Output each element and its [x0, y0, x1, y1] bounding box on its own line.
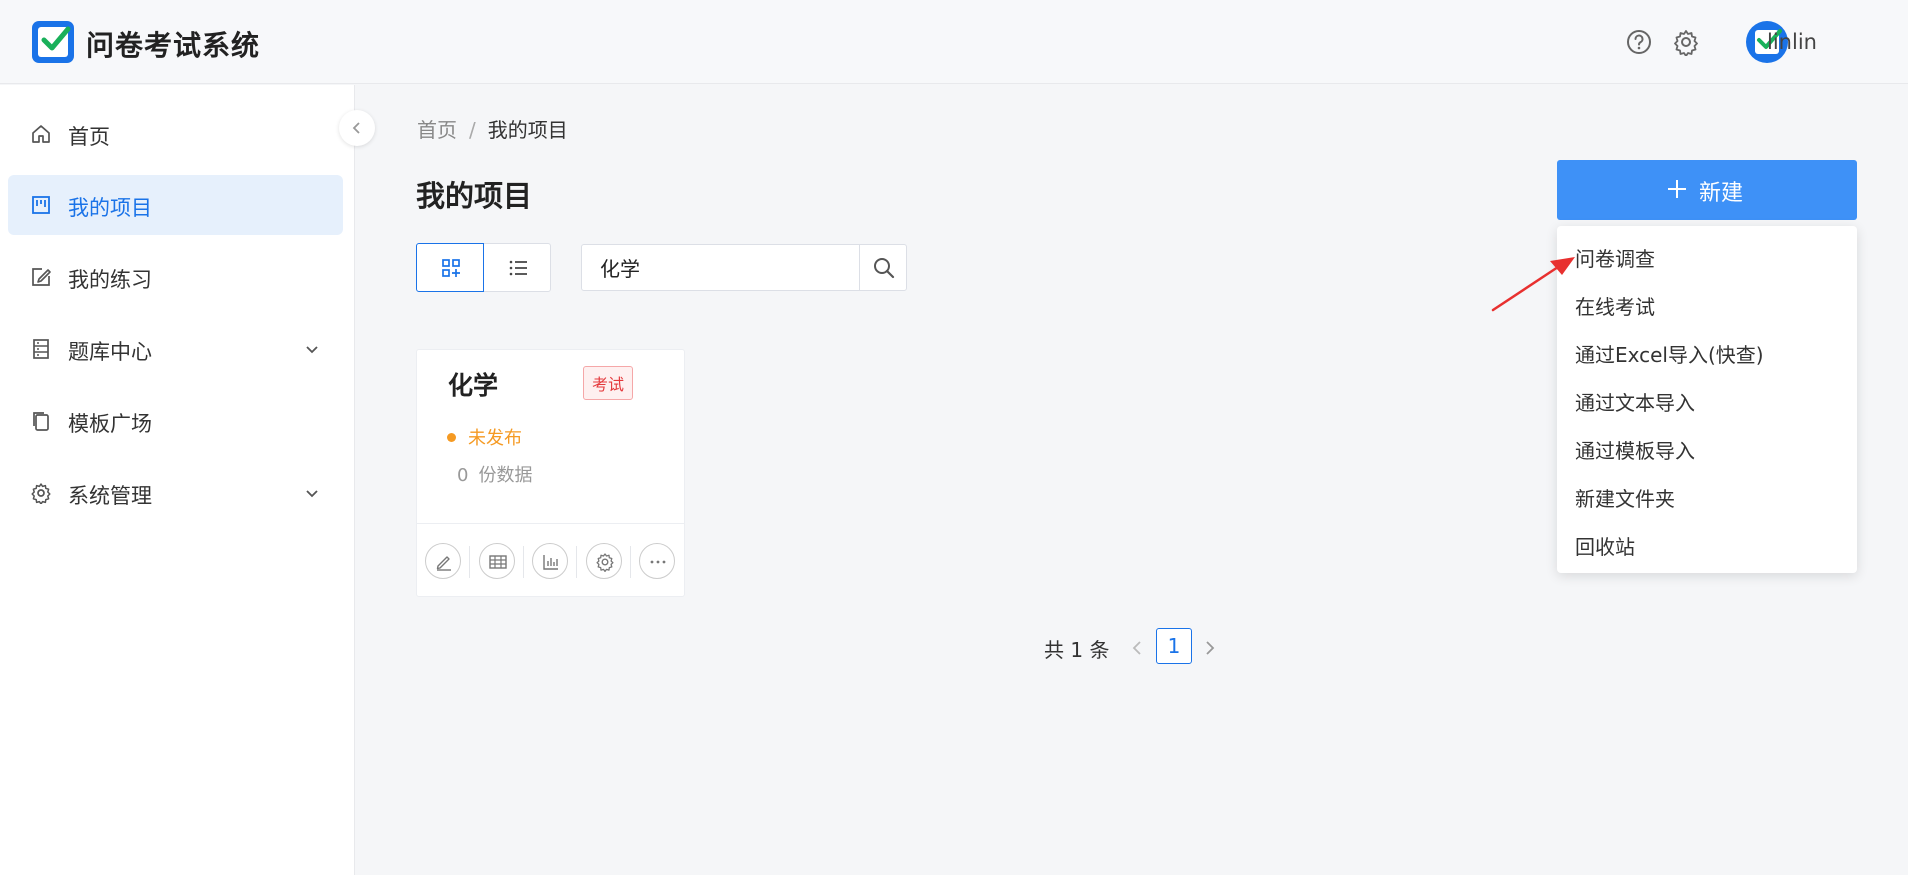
project-board-icon [32, 196, 50, 214]
new-button[interactable]: 新建 [1557, 160, 1857, 220]
table-button[interactable] [479, 543, 515, 579]
grid-view-button[interactable] [416, 243, 484, 292]
sidebar-item-label: 模板广场 [68, 412, 152, 436]
list-icon [509, 260, 527, 276]
database-icon [33, 339, 49, 359]
sidebar-item-label: 我的练习 [68, 268, 152, 292]
plus-icon [1668, 180, 1686, 198]
breadcrumb: 首页 / 我的项目 [417, 114, 568, 143]
menu-item-new-folder[interactable]: 新建文件夹 [1557, 473, 1857, 519]
sidebar-item-home[interactable]: 首页 [8, 104, 343, 164]
next-page-button[interactable] [1201, 637, 1219, 659]
page-number[interactable]: 1 [1156, 628, 1192, 664]
gear-icon [596, 553, 614, 572]
breadcrumb-home[interactable]: 首页 [417, 118, 457, 142]
home-icon [32, 125, 50, 143]
data-count-value: 0 [457, 465, 469, 486]
type-tag: 考试 [583, 366, 634, 400]
status-text: 未发布 [468, 428, 522, 449]
edit-button[interactable] [425, 543, 461, 579]
gear-icon[interactable] [1672, 28, 1700, 57]
help-circle-icon[interactable] [1625, 28, 1653, 56]
breadcrumb-current: 我的项目 [487, 118, 568, 142]
edit-icon [436, 556, 451, 571]
status-dot [447, 432, 456, 442]
project-title[interactable]: 化学 [448, 366, 498, 402]
search-button[interactable] [859, 244, 907, 291]
grid-icon [442, 259, 460, 277]
list-view-button[interactable] [483, 243, 551, 292]
data-count: 0 份数据 [457, 461, 532, 487]
app-logo [32, 21, 74, 63]
menu-item-excel-import[interactable]: 通过Excel导入(快查) [1557, 329, 1857, 375]
chevron-left-icon [1132, 641, 1141, 655]
sidebar-collapse-button[interactable] [339, 110, 375, 146]
search-input[interactable] [582, 245, 860, 290]
menu-item-survey[interactable]: 问卷调查 [1557, 233, 1857, 279]
status-label: 未发布 [447, 424, 522, 450]
menu-item-text-import[interactable]: 通过文本导入 [1557, 377, 1857, 423]
sidebar-item-my-projects[interactable]: 我的项目 [8, 175, 343, 235]
chevron-down-icon [306, 490, 318, 498]
menu-item-online-exam[interactable]: 在线考试 [1557, 281, 1857, 327]
copy-icon [33, 412, 49, 431]
project-card[interactable]: 化学 考试 未发布 0 份数据 [416, 349, 685, 597]
pagination-total: 共 1 条 [1044, 638, 1110, 662]
menu-item-recycle-bin[interactable]: 回收站 [1557, 521, 1857, 567]
table-icon [489, 555, 507, 569]
new-button-label: 新建 [1699, 181, 1744, 206]
username[interactable]: linlin [1767, 30, 1817, 54]
chevron-left-icon [352, 122, 360, 134]
sidebar-item-label: 首页 [68, 125, 110, 149]
new-dropdown-menu: 问卷调查 在线考试 通过Excel导入(快查) 通过文本导入 通过模板导入 新建… [1557, 226, 1857, 573]
sidebar-item-question-bank[interactable]: 题库中心 [8, 319, 343, 379]
sidebar-item-my-practice[interactable]: 我的练习 [8, 247, 343, 307]
chevron-right-icon [1206, 641, 1215, 655]
chart-button[interactable] [532, 543, 568, 579]
prev-page-button[interactable] [1129, 637, 1147, 659]
sidebar-item-template-plaza[interactable]: 模板广场 [8, 391, 343, 451]
top-header: 问卷考试系统 linlin [0, 0, 1908, 84]
chart-icon [543, 555, 558, 570]
app-title: 问卷考试系统 [86, 29, 261, 62]
more-button[interactable] [639, 543, 675, 579]
gear-icon [31, 483, 51, 504]
sidebar-item-label: 我的项目 [68, 196, 152, 220]
breadcrumb-separator: / [469, 118, 476, 142]
data-count-label: 份数据 [478, 465, 533, 486]
search-box [581, 244, 861, 291]
edit-icon [32, 268, 51, 286]
sidebar-item-label: 系统管理 [68, 484, 152, 508]
page-title: 我的项目 [416, 179, 533, 213]
sidebar-item-system-admin[interactable]: 系统管理 [8, 463, 343, 523]
menu-item-template-import[interactable]: 通过模板导入 [1557, 425, 1857, 471]
settings-button[interactable] [586, 543, 622, 579]
more-icon [650, 560, 666, 564]
annotation-arrow [1491, 257, 1575, 312]
card-actions [417, 523, 684, 597]
chevron-down-icon [306, 346, 318, 354]
search-icon [874, 258, 895, 279]
sidebar-item-label: 题库中心 [68, 340, 152, 364]
sidebar: 首页 我的项目 我的练习 题库中心 模板广场 系统管理 [0, 85, 355, 875]
